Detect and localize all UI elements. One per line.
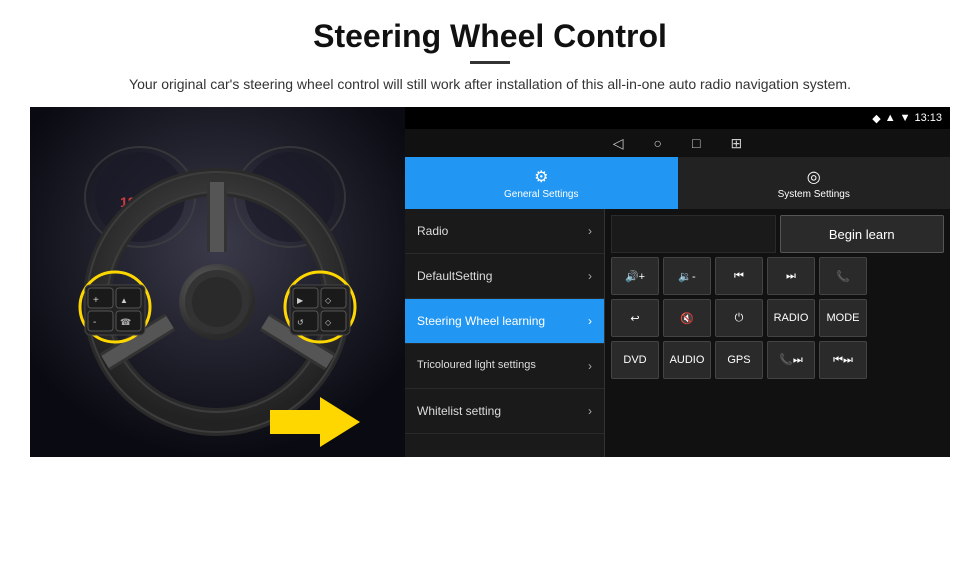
signal-icon: ▲	[885, 112, 896, 124]
prev-track-icon: ⏮	[734, 270, 744, 283]
svg-text:▲: ▲	[120, 296, 128, 305]
phone-icon: 📞	[836, 270, 850, 283]
hangup-button[interactable]: ↩	[611, 299, 659, 337]
status-bar-right: ◆ ▲ ▼ 13:13	[872, 112, 942, 125]
begin-learn-button[interactable]: Begin learn	[780, 215, 945, 253]
controls-row-2: ↩ 🔇 ⏻ RADIO MODE	[611, 299, 944, 337]
menu-item-tricoloured-label: Tricoloured light settings	[417, 359, 536, 372]
next-track-icon: ⏭	[786, 270, 796, 283]
dvd-label: DVD	[623, 354, 646, 366]
chevron-icon: ›	[588, 224, 592, 238]
recent-button[interactable]: □	[692, 135, 700, 151]
empty-slot	[611, 215, 776, 253]
back-button[interactable]: ◁	[613, 135, 624, 152]
menu-item-radio[interactable]: Radio ›	[405, 209, 604, 254]
phone-button[interactable]: 📞	[819, 257, 867, 295]
svg-text:-: -	[93, 317, 96, 328]
controls-row-3: DVD AUDIO GPS 📞⏭ ⏮⏭	[611, 341, 944, 379]
menu-button[interactable]: ⊞	[730, 135, 742, 152]
mute-icon: 🔇	[680, 312, 694, 325]
svg-text:☎: ☎	[120, 317, 131, 327]
prev-track-button[interactable]: ⏮	[715, 257, 763, 295]
power-icon: ⏻	[735, 312, 744, 325]
radio-label: RADIO	[774, 312, 809, 324]
svg-text:◇: ◇	[325, 296, 332, 305]
title-divider	[470, 61, 510, 64]
status-bar: ◆ ▲ ▼ 13:13	[405, 107, 950, 129]
tab-system[interactable]: ◎ System Settings	[678, 157, 951, 209]
gps-button[interactable]: GPS	[715, 341, 763, 379]
menu-item-tricoloured[interactable]: Tricoloured light settings ›	[405, 344, 604, 389]
prev-next-icon: ⏮⏭	[833, 354, 853, 367]
general-settings-icon: ⚙	[534, 167, 548, 187]
tab-system-label: System Settings	[778, 189, 850, 200]
menu-item-default[interactable]: DefaultSetting ›	[405, 254, 604, 299]
tab-general[interactable]: ⚙ General Settings	[405, 157, 678, 209]
gps-label: GPS	[727, 354, 750, 366]
time-display: 13:13	[914, 112, 942, 124]
mode-button[interactable]: MODE	[819, 299, 867, 337]
svg-text:+: +	[93, 295, 99, 306]
radio-button[interactable]: RADIO	[767, 299, 815, 337]
chevron-icon: ›	[588, 269, 592, 283]
hangup-icon: ↩	[630, 312, 639, 325]
steering-wheel-image: 180 RPM	[30, 107, 405, 457]
menu-item-whitelist[interactable]: Whitelist setting ›	[405, 389, 604, 434]
svg-text:◇: ◇	[325, 318, 332, 327]
phone-next-icon: 📞⏭	[779, 353, 803, 367]
vol-up-button[interactable]: 🔊+	[611, 257, 659, 295]
page-title: Steering Wheel Control	[30, 18, 950, 55]
begin-learn-label: Begin learn	[829, 227, 895, 242]
audio-label: AUDIO	[670, 354, 705, 366]
dvd-button[interactable]: DVD	[611, 341, 659, 379]
chevron-icon: ›	[588, 404, 592, 418]
controls-panel: Begin learn 🔊+ 🔉- ⏮	[605, 209, 950, 457]
location-icon: ◆	[872, 112, 880, 125]
controls-row-1: 🔊+ 🔉- ⏮ ⏭ 📞	[611, 257, 944, 295]
menu-item-steering-label: Steering Wheel learning	[417, 314, 545, 328]
panel-body: Radio › DefaultSetting › Steering Wheel …	[405, 209, 950, 457]
audio-button[interactable]: AUDIO	[663, 341, 711, 379]
menu-item-radio-label: Radio	[417, 224, 448, 238]
menu-item-steering[interactable]: Steering Wheel learning ›	[405, 299, 604, 344]
chevron-icon: ›	[588, 314, 592, 328]
system-settings-icon: ◎	[807, 167, 821, 187]
menu-item-default-label: DefaultSetting	[417, 269, 492, 283]
mode-label: MODE	[827, 312, 860, 324]
settings-menu: Radio › DefaultSetting › Steering Wheel …	[405, 209, 605, 457]
vol-up-icon: 🔊+	[625, 270, 645, 283]
vol-down-button[interactable]: 🔉-	[663, 257, 711, 295]
home-button[interactable]: ○	[654, 135, 662, 151]
main-content: 180 RPM	[30, 107, 950, 457]
nav-bar: ◁ ○ □ ⊞	[405, 129, 950, 157]
power-button[interactable]: ⏻	[715, 299, 763, 337]
svg-text:↺: ↺	[297, 318, 304, 327]
page-subtitle: Your original car's steering wheel contr…	[30, 74, 950, 95]
vol-down-icon: 🔉-	[678, 270, 695, 283]
prev-next-button[interactable]: ⏮⏭	[819, 341, 867, 379]
tab-bar: ⚙ General Settings ◎ System Settings	[405, 157, 950, 209]
svg-text:▶: ▶	[297, 296, 304, 305]
android-panel: ◆ ▲ ▼ 13:13 ◁ ○ □ ⊞ ⚙ General Settings	[405, 107, 950, 457]
chevron-icon: ›	[588, 359, 592, 373]
wifi-icon: ▼	[900, 112, 911, 124]
controls-row-0: Begin learn	[611, 215, 944, 253]
menu-item-whitelist-label: Whitelist setting	[417, 404, 501, 418]
tab-general-label: General Settings	[504, 189, 579, 200]
phone-next-button[interactable]: 📞⏭	[767, 341, 815, 379]
mute-button[interactable]: 🔇	[663, 299, 711, 337]
next-track-button[interactable]: ⏭	[767, 257, 815, 295]
